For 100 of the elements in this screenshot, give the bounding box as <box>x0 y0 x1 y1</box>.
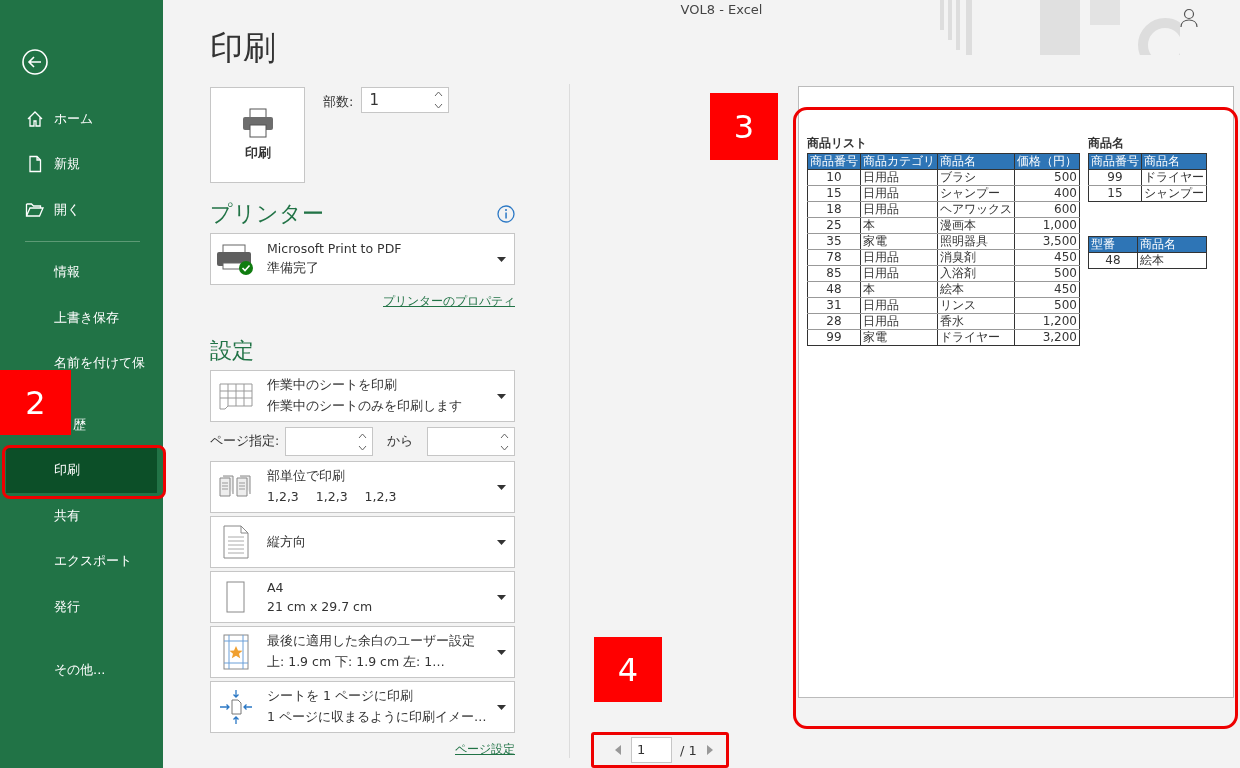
next-page-icon[interactable] <box>704 745 713 755</box>
annotation-number: 3 <box>710 93 778 160</box>
sidebar-item[interactable]: エクスポート <box>6 553 157 570</box>
caret-icon <box>497 393 506 399</box>
table-cell: 450 <box>1014 249 1080 266</box>
table-cell: シャンプー <box>937 185 1015 202</box>
table-cell: 500 <box>1014 265 1080 282</box>
sidebar-item[interactable]: 新規 <box>6 156 157 173</box>
printer-icon <box>240 108 275 138</box>
page-total: / 1 <box>680 742 697 758</box>
sidebar-item[interactable]: その他... <box>6 662 157 679</box>
table-cell: 漫画本 <box>937 217 1015 234</box>
settings-dropdown[interactable]: A4 21 cm x 29.7 cm <box>210 571 515 623</box>
printer-properties-link[interactable]: プリンターのプロパティ <box>383 293 515 310</box>
printer-dropdown[interactable]: Microsoft Print to PDF 準備完了 <box>210 233 515 285</box>
annotation-number: 2 <box>0 370 71 435</box>
window-title: VOL8 - Excel <box>679 1 763 17</box>
table-cell: シャンプー <box>1141 185 1207 202</box>
section-heading: 設定 <box>210 337 254 365</box>
table-cell: 入浴剤 <box>937 265 1015 282</box>
sidebar-item[interactable]: ホーム <box>6 110 157 127</box>
table-cell: 15 <box>1088 185 1142 202</box>
table-cell: 日用品 <box>860 249 938 266</box>
section-heading: プリンター <box>210 200 324 228</box>
table-cell: 3,200 <box>1014 329 1080 346</box>
caret-icon <box>497 256 506 262</box>
settings-dropdown[interactable]: シートを 1 ページに印刷 1 ページに収まるように印刷イメー… <box>210 681 515 733</box>
table-cell: 450 <box>1014 281 1080 298</box>
table-cell: 35 <box>807 233 861 250</box>
table-cell: 99 <box>807 329 861 346</box>
table-cell: 400 <box>1014 185 1080 202</box>
table-cell: 500 <box>1014 169 1080 186</box>
table-cell: 48 <box>807 281 861 298</box>
sidebar-item[interactable]: 歴 <box>73 416 86 433</box>
settings-dropdown[interactable]: 作業中のシートを印刷 作業中のシートのみを印刷します <box>210 370 515 422</box>
table-cell: 消臭剤 <box>937 249 1015 266</box>
table-cell: リンス <box>937 297 1015 314</box>
page-number-field[interactable]: 1 <box>631 737 672 763</box>
page-range-to-label: から <box>387 433 414 450</box>
table-cell: 日用品 <box>860 169 938 186</box>
column-header: 商品名 <box>937 153 1015 170</box>
caret-icon <box>497 594 506 600</box>
table-cell: 500 <box>1014 297 1080 314</box>
table-cell: 48 <box>1088 252 1138 269</box>
table-cell: 家電 <box>860 233 938 250</box>
user-icon[interactable] <box>1180 8 1198 28</box>
table-cell: 照明器具 <box>937 233 1015 250</box>
sidebar-item[interactable]: 発行 <box>6 598 157 615</box>
sidebar-item[interactable]: 名前を付けて保 <box>6 355 157 372</box>
folder-icon <box>24 200 46 219</box>
table-cell: 85 <box>807 265 861 282</box>
table-cell: ヘアワックス <box>937 201 1015 218</box>
sidebar-item[interactable]: 情報 <box>6 264 157 281</box>
table-cell: 18 <box>807 201 861 218</box>
settings-dropdown[interactable]: 最後に適用した余白のユーザー設定 上: 1.9 cm 下: 1.9 cm 左: 1… <box>210 626 515 678</box>
back-icon[interactable] <box>21 48 49 76</box>
column-header: 商品名 <box>1141 153 1207 170</box>
caret-icon <box>497 484 506 490</box>
table-cell: 日用品 <box>860 265 938 282</box>
table-cell: 1,000 <box>1014 217 1080 234</box>
table-cell: 78 <box>807 249 861 266</box>
table-cell: 日用品 <box>860 185 938 202</box>
spinner-icon[interactable] <box>358 431 368 452</box>
table-cell: 25 <box>807 217 861 234</box>
page-heading: 印刷 <box>210 27 277 69</box>
settings-dropdown[interactable]: 部単位で印刷 1,2,3 1,2,3 1,2,3 <box>210 461 515 513</box>
table-cell: 1,200 <box>1014 313 1080 330</box>
column-header: 商品名 <box>1137 236 1207 253</box>
column-header: 商品カテゴリ <box>860 153 938 170</box>
sidebar-item[interactable]: 印刷 <box>6 447 157 493</box>
table-cell: 28 <box>807 313 861 330</box>
table-cell: ドライヤー <box>1141 169 1207 186</box>
print-button[interactable]: 印刷 <box>210 87 305 183</box>
spinner-icon[interactable] <box>500 431 509 452</box>
table-cell: 絵本 <box>1137 252 1207 269</box>
copies-field[interactable]: 1 <box>361 87 450 113</box>
sidebar-item[interactable]: 共有 <box>6 507 157 524</box>
table-cell: 10 <box>807 169 861 186</box>
table-cell: 3,500 <box>1014 233 1080 250</box>
column-header: 価格（円） <box>1014 153 1080 170</box>
sidebar-item[interactable]: 開く <box>6 201 157 218</box>
sidebar-item[interactable]: 上書き保存 <box>6 309 157 326</box>
page-to-field[interactable] <box>427 427 515 456</box>
table-cell: 日用品 <box>860 297 938 314</box>
table-cell: 600 <box>1014 201 1080 218</box>
table-cell: 香水 <box>937 313 1015 330</box>
table-cell: 本 <box>860 281 938 298</box>
info-icon[interactable] <box>497 205 515 223</box>
annotation-number: 4 <box>594 637 662 702</box>
caret-icon <box>497 649 506 655</box>
caret-icon <box>497 704 506 710</box>
table-cell: 31 <box>807 297 861 314</box>
page-setup-link[interactable]: ページ設定 <box>455 741 515 758</box>
table-cell: 日用品 <box>860 313 938 330</box>
column-header: 商品番号 <box>807 153 861 170</box>
settings-dropdown[interactable]: 縦方向 <box>210 516 515 568</box>
page-from-field[interactable] <box>285 427 374 456</box>
spinner-icon[interactable] <box>434 90 444 110</box>
table-cell: ブラシ <box>937 169 1015 186</box>
previous-page-icon[interactable] <box>615 745 623 755</box>
